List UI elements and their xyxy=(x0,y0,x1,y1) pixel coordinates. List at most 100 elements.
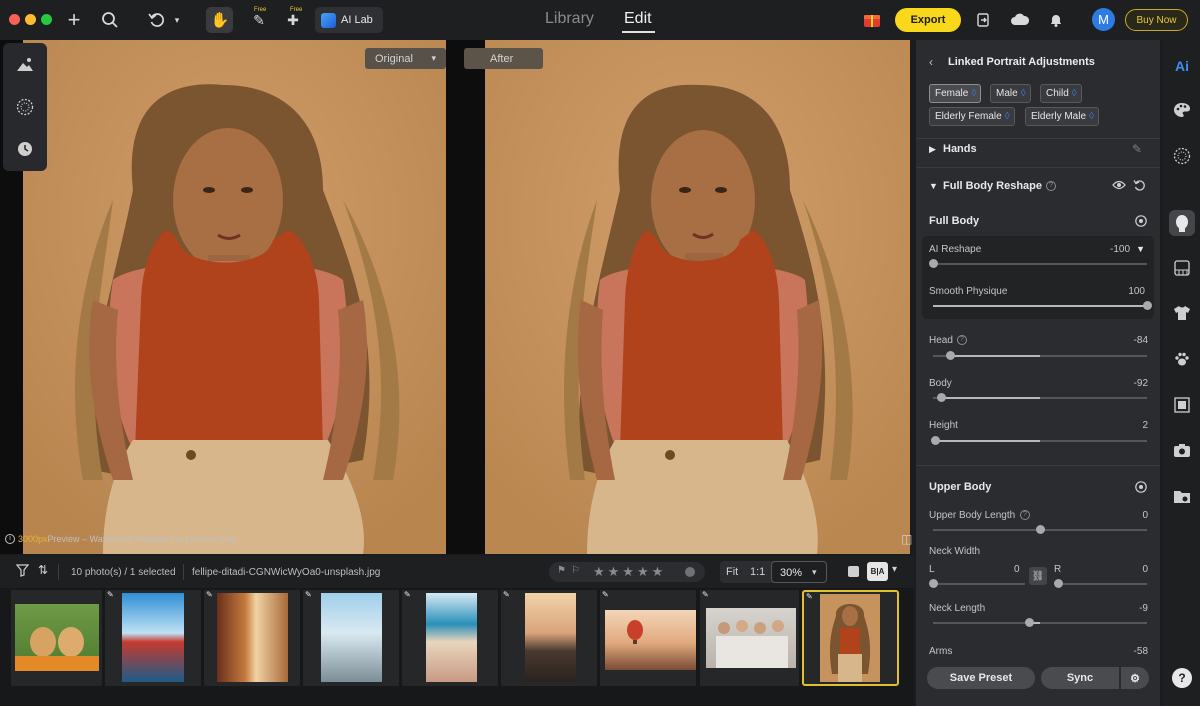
clothing-icon[interactable] xyxy=(1170,301,1194,325)
plus-icon[interactable]: + xyxy=(62,7,86,32)
chip-child[interactable]: Child ◊ xyxy=(1040,84,1082,103)
share-icon[interactable] xyxy=(971,8,995,32)
filter-icon[interactable] xyxy=(15,564,30,580)
ai-tools-icon[interactable]: Ai xyxy=(1170,54,1194,78)
palette-icon[interactable] xyxy=(1170,98,1194,122)
visibility-eye-icon[interactable] xyxy=(1134,215,1148,230)
thumbnail-frame-selected[interactable]: ✎ xyxy=(802,590,899,686)
body-slider[interactable] xyxy=(933,393,1147,402)
cloud-icon[interactable] xyxy=(1008,8,1032,32)
back-chevron-icon[interactable]: ‹ xyxy=(929,55,933,69)
smooth-physique-slider[interactable] xyxy=(933,301,1152,310)
chip-male[interactable]: Male ◊ xyxy=(990,84,1031,103)
thumbnail-frame[interactable]: ✎ xyxy=(402,590,498,686)
star-rating[interactable]: ★★★★★ xyxy=(593,564,666,580)
chip-female[interactable]: Female ◊ xyxy=(929,84,982,103)
thumbnail-image xyxy=(426,593,477,682)
visibility-eye-icon[interactable] xyxy=(1112,179,1126,194)
neck-width-l-slider[interactable] xyxy=(929,579,1025,588)
help-icon[interactable]: ? xyxy=(1046,181,1056,191)
height-slider[interactable] xyxy=(930,436,1147,445)
dropdown-arrow-icon[interactable]: ▼ xyxy=(1136,244,1145,254)
link-icon: ◊ xyxy=(1071,88,1077,99)
neck-length-slider[interactable] xyxy=(933,618,1147,627)
grain-effect-icon[interactable] xyxy=(13,95,37,119)
chip-elderly-male[interactable]: Elderly Male ◊ xyxy=(1025,107,1099,126)
compare-layout-icon[interactable]: ◫ xyxy=(901,532,912,546)
sync-settings-button[interactable]: ⚙ xyxy=(1121,667,1149,689)
fit-button[interactable]: Fit xyxy=(726,566,738,578)
link-icon: ◊ xyxy=(971,88,977,99)
chip-elderly-female[interactable]: Elderly Female ◊ xyxy=(929,107,1015,126)
thumbnail-frame[interactable]: ✎ xyxy=(303,590,399,686)
thumbnail-frame[interactable] xyxy=(11,590,102,686)
zoom-window-button[interactable] xyxy=(41,14,52,25)
folder-settings-icon[interactable] xyxy=(1170,484,1194,508)
buy-now-button[interactable]: Buy Now xyxy=(1125,9,1188,31)
reset-icon[interactable] xyxy=(1133,179,1146,195)
upper-body-length-slider[interactable] xyxy=(933,525,1147,534)
chip-label: Child xyxy=(1046,88,1069,99)
help-icon[interactable]: ? xyxy=(957,335,967,345)
thumbnail-frame[interactable]: ✎ xyxy=(105,590,201,686)
before-after-view-button[interactable]: B|A xyxy=(867,562,888,581)
color-label-dot[interactable] xyxy=(685,567,695,577)
upper-body-length-label: Upper Body Length xyxy=(929,510,1016,521)
history-icon[interactable] xyxy=(13,137,37,161)
bell-icon[interactable] xyxy=(1044,8,1068,32)
tab-library[interactable]: Library xyxy=(545,10,594,28)
full-body-reshape-title[interactable]: Full Body Reshape xyxy=(943,180,1042,192)
reject-flag-icon[interactable]: ⚐ xyxy=(571,565,580,576)
texture-icon[interactable] xyxy=(1170,256,1194,280)
visibility-eye-icon[interactable] xyxy=(1134,481,1148,496)
thumbnail-frame[interactable]: ✎ xyxy=(700,590,799,686)
filmstrip: ✎ ✎ ✎ ✎ ✎ ✎ ✎ ✎ xyxy=(0,588,914,706)
hands-section-label[interactable]: Hands xyxy=(943,143,977,155)
help-icon[interactable]: ? xyxy=(1020,510,1030,520)
ai-reshape-slider[interactable] xyxy=(928,259,1147,268)
portrait-tool-button[interactable] xyxy=(1169,210,1195,236)
thumbnail-frame[interactable]: ✎ xyxy=(501,590,597,686)
thumbnail-frame[interactable]: ✎ xyxy=(600,590,696,686)
zoom-select[interactable]: 30% ▾ xyxy=(771,561,827,583)
flag-icon[interactable]: ⚑ xyxy=(557,565,566,576)
close-window-button[interactable] xyxy=(9,14,20,25)
thumbnail-frame[interactable]: ✎ xyxy=(204,590,300,686)
search-icon[interactable] xyxy=(98,8,122,32)
hand-tool-button[interactable]: ✋ xyxy=(206,7,233,33)
edit-pen-icon[interactable]: ✎ xyxy=(1132,142,1142,156)
photo-canvas[interactable]: ◫ xyxy=(0,40,912,554)
grain-icon[interactable] xyxy=(1170,144,1194,168)
link-toggle-icon[interactable]: ⛓ xyxy=(1029,567,1047,585)
single-view-icon[interactable] xyxy=(848,566,859,577)
one-to-one-button[interactable]: 1:1 xyxy=(750,566,765,578)
chevron-down-icon[interactable]: ▾ xyxy=(170,8,184,32)
full-body-label: Full Body xyxy=(929,215,980,227)
ai-lab-button[interactable]: AI Lab xyxy=(315,7,383,33)
help-button[interactable]: ? xyxy=(1172,668,1192,688)
undo-icon[interactable] xyxy=(145,8,169,32)
camera-icon[interactable] xyxy=(1170,438,1194,462)
sync-button[interactable]: Sync xyxy=(1041,667,1119,689)
neck-width-r-slider[interactable] xyxy=(1054,579,1147,588)
chip-label: Female xyxy=(935,88,969,99)
original-dropdown[interactable]: Original ▾ xyxy=(365,48,446,69)
filename: fellipe-ditadi-CGNWicWyOa0-unsplash.jpg xyxy=(192,567,381,578)
crop-icon[interactable] xyxy=(1170,393,1194,417)
chevron-down-icon[interactable]: ▾ xyxy=(892,564,897,575)
head-slider[interactable] xyxy=(933,351,1147,360)
pet-paw-icon[interactable] xyxy=(1170,347,1194,371)
tab-edit[interactable]: Edit xyxy=(624,10,652,28)
divider xyxy=(916,167,1160,168)
landscape-adjust-icon[interactable] xyxy=(13,53,37,77)
gift-icon[interactable] xyxy=(860,8,884,32)
minimize-window-button[interactable] xyxy=(25,14,36,25)
collapse-arrow-icon[interactable]: ▼ xyxy=(929,181,938,191)
expand-arrow-icon[interactable]: ▶ xyxy=(929,144,936,155)
export-button[interactable]: Export xyxy=(895,8,961,32)
edited-pencil-icon: ✎ xyxy=(503,590,510,599)
sort-icon[interactable]: ⇅ xyxy=(38,563,48,577)
avatar[interactable]: M xyxy=(1092,8,1115,31)
ai-reshape-label: AI Reshape xyxy=(929,244,982,255)
save-preset-button[interactable]: Save Preset xyxy=(927,667,1035,689)
